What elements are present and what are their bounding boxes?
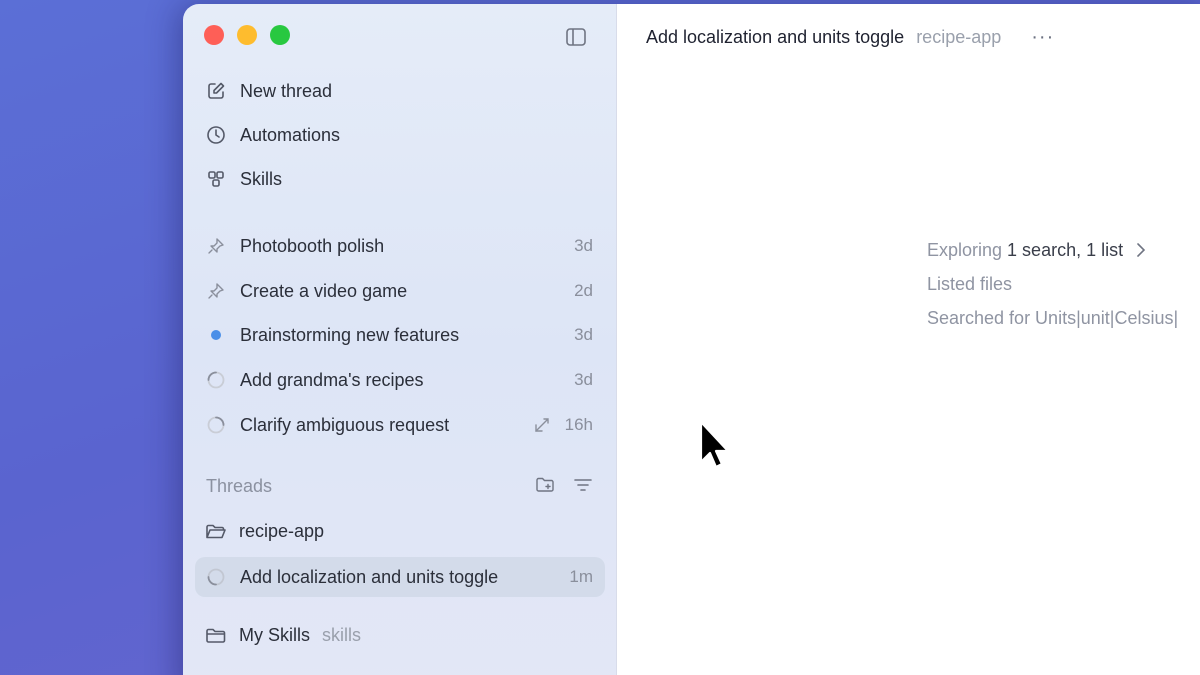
- thread-time: 2d: [574, 281, 593, 300]
- new-thread-label: New thread: [240, 80, 333, 101]
- unread-dot-icon: [205, 324, 227, 346]
- project-recipe-app[interactable]: recipe-app: [205, 521, 324, 542]
- searched-line: Searched for Units|unit|Celsius|: [927, 307, 1179, 328]
- pinned-thread-photobooth[interactable]: Photobooth polish 3d: [195, 226, 605, 266]
- more-options-icon[interactable]: ···: [1031, 26, 1054, 49]
- thread-time: 3d: [574, 325, 593, 344]
- skills-icon: [205, 168, 227, 190]
- mouse-pointer-icon: [698, 420, 730, 475]
- thread-time: 3d: [574, 236, 593, 255]
- thread-project: recipe-app: [916, 27, 1002, 47]
- automations-button[interactable]: Automations: [205, 120, 340, 150]
- clock-icon: [205, 124, 227, 146]
- thread-label: Clarify ambiguous request: [240, 414, 450, 435]
- skills-button[interactable]: Skills: [205, 164, 282, 194]
- sidebar-toggle-icon[interactable]: [565, 27, 587, 47]
- app-window: New thread Automations Skills Photobooth…: [183, 4, 1200, 675]
- thread-time: 1m: [569, 567, 593, 586]
- threads-section-title: Threads: [206, 476, 273, 496]
- spinner-icon: [205, 566, 227, 588]
- spinner-icon: [205, 414, 227, 436]
- skills-label: Skills: [240, 168, 283, 189]
- exploring-label: Exploring: [927, 239, 1003, 260]
- compose-icon: [205, 80, 227, 102]
- new-folder-icon[interactable]: [535, 476, 555, 494]
- folder-icon: [205, 626, 227, 646]
- project-label: recipe-app: [239, 521, 325, 541]
- thread-label: Brainstorming new features: [240, 324, 460, 345]
- folder-open-icon: [205, 522, 227, 542]
- pinned-thread-video-game[interactable]: Create a video game 2d: [195, 271, 605, 311]
- spinner-icon: [205, 369, 227, 391]
- activity-log: Exploring 1 search, 1 list Listed files …: [927, 233, 1178, 335]
- thread-label: Create a video game: [240, 280, 408, 301]
- traffic-lights: [204, 25, 290, 45]
- fork-icon: [533, 416, 551, 434]
- threads-section-actions: [535, 476, 593, 494]
- thread-title: Add localization and units toggle: [646, 27, 905, 47]
- project-sub-label: skills: [322, 625, 361, 645]
- new-thread-button[interactable]: New thread: [205, 76, 332, 106]
- pinned-thread-grandma[interactable]: Add grandma's recipes 3d: [195, 360, 605, 400]
- exploring-detail: 1 search, 1 list: [1007, 239, 1124, 260]
- project-label: My Skills: [239, 625, 310, 645]
- close-window-button[interactable]: [204, 25, 224, 45]
- minimize-window-button[interactable]: [237, 25, 257, 45]
- active-thread[interactable]: Add localization and units toggle 1m: [195, 557, 605, 597]
- project-my-skills[interactable]: My Skills skills: [205, 625, 361, 646]
- filter-icon[interactable]: [573, 476, 593, 494]
- pinned-thread-brainstorming[interactable]: Brainstorming new features 3d: [195, 315, 605, 355]
- thread-header: Add localization and units toggle recipe…: [646, 26, 1054, 49]
- pinned-thread-clarify[interactable]: Clarify ambiguous request 16h: [195, 405, 605, 445]
- listed-files-line: Listed files: [927, 273, 1013, 294]
- thread-label: Add grandma's recipes: [240, 369, 424, 390]
- chevron-right-icon: [1135, 242, 1147, 258]
- exploring-summary[interactable]: Exploring 1 search, 1 list: [927, 233, 1178, 267]
- thread-time: 3d: [574, 370, 593, 389]
- sidebar: New thread Automations Skills Photobooth…: [183, 4, 617, 675]
- zoom-window-button[interactable]: [270, 25, 290, 45]
- thread-label: Photobooth polish: [240, 235, 385, 256]
- main-panel: Add localization and units toggle recipe…: [617, 4, 1200, 675]
- pin-icon: [205, 280, 227, 302]
- pin-icon: [205, 235, 227, 257]
- automations-label: Automations: [240, 124, 341, 145]
- thread-time: 16h: [564, 415, 593, 434]
- thread-label: Add localization and units toggle: [240, 566, 499, 587]
